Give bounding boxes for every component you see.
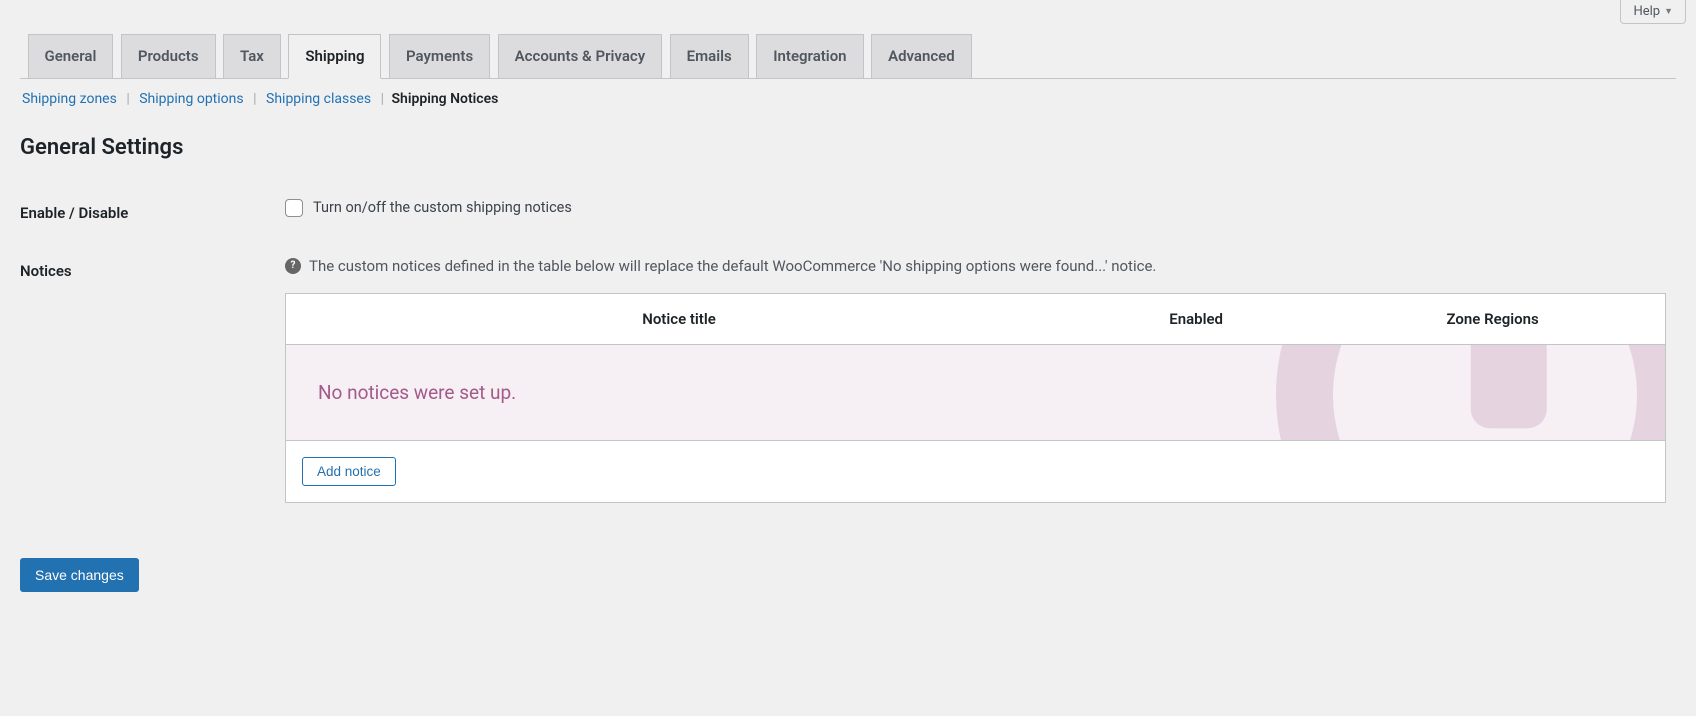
chevron-down-icon: ▼ <box>1664 6 1673 17</box>
separator: | <box>381 91 384 107</box>
help-tab[interactable]: Help ▼ <box>1620 0 1686 24</box>
subtab-shipping-notices[interactable]: Shipping Notices <box>391 91 498 107</box>
tab-shipping[interactable]: Shipping <box>288 34 381 79</box>
col-header-zone: Zone Regions <box>1320 310 1665 328</box>
section-title: General Settings <box>20 135 1676 160</box>
help-tab-label: Help <box>1633 4 1660 19</box>
notices-description: The custom notices defined in the table … <box>309 257 1156 275</box>
subtab-shipping-options[interactable]: Shipping options <box>137 91 245 107</box>
tab-integration[interactable]: Integration <box>756 34 863 78</box>
enable-checkbox[interactable] <box>285 199 303 217</box>
notices-table: Notice title Enabled Zone Regions No not… <box>285 293 1666 503</box>
subtab-shipping-zones[interactable]: Shipping zones <box>20 91 119 107</box>
tab-emails[interactable]: Emails <box>670 34 749 78</box>
empty-state-row: No notices were set up. <box>286 345 1665 441</box>
enable-checkbox-row[interactable]: Turn on/off the custom shipping notices <box>285 199 1666 217</box>
separator: | <box>126 91 129 107</box>
enable-checkbox-label: Turn on/off the custom shipping notices <box>313 199 572 216</box>
row-label-notices: Notices <box>20 242 275 518</box>
row-label-enable: Enable / Disable <box>20 184 275 242</box>
col-header-enabled: Enabled <box>1072 310 1320 328</box>
tab-general[interactable]: General <box>28 34 114 78</box>
help-icon[interactable]: ? <box>285 258 301 274</box>
save-changes-button[interactable]: Save changes <box>20 558 139 592</box>
separator: | <box>253 91 256 107</box>
add-notice-button[interactable]: Add notice <box>302 457 396 486</box>
shipping-subtabs: Shipping zones | Shipping options | Ship… <box>20 91 1676 107</box>
tab-tax[interactable]: Tax <box>223 34 281 78</box>
empty-message: No notices were set up. <box>318 381 1633 404</box>
settings-tabs: General Products Tax Shipping Payments A… <box>20 24 1676 79</box>
tab-advanced[interactable]: Advanced <box>871 34 972 78</box>
subtab-shipping-classes[interactable]: Shipping classes <box>264 91 373 107</box>
tab-accounts-privacy[interactable]: Accounts & Privacy <box>498 34 663 78</box>
col-header-title: Notice title <box>286 310 1072 328</box>
tab-products[interactable]: Products <box>121 34 216 78</box>
tab-payments[interactable]: Payments <box>389 34 490 78</box>
